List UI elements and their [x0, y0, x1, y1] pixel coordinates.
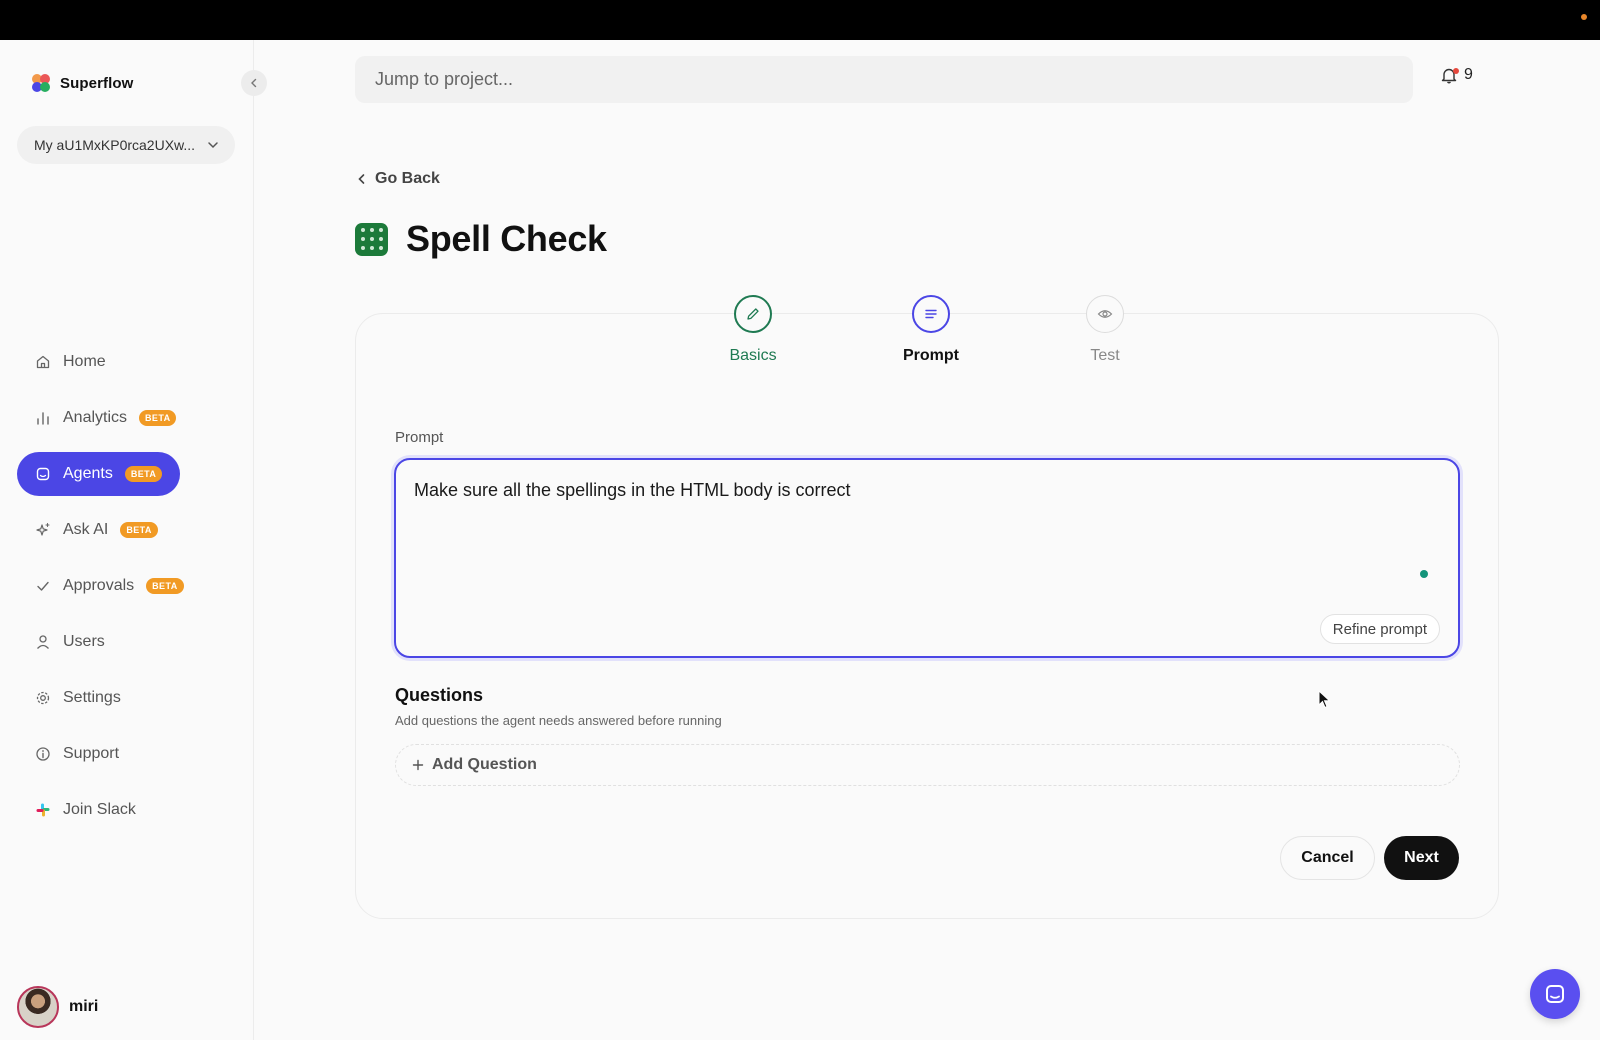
add-question-button[interactable]: Add Question — [395, 744, 1460, 786]
refine-prompt-button[interactable]: Refine prompt — [1319, 614, 1440, 644]
home-icon — [35, 354, 51, 370]
step-prompt-indicator — [912, 295, 950, 333]
sidebar-item-label: Home — [63, 353, 106, 370]
workspace-selector[interactable]: My aU1MxKP0rca2UXw... — [17, 126, 235, 164]
chat-icon — [1546, 985, 1564, 1003]
agent-icon — [35, 466, 51, 482]
sidebar-item-label: Analytics — [63, 409, 128, 426]
brand-name: Superflow — [60, 74, 134, 92]
next-button[interactable]: Next — [1384, 836, 1459, 880]
slack-icon — [35, 802, 51, 818]
step-basics[interactable]: Basics — [693, 295, 813, 365]
sidebar-item-label: Settings — [63, 689, 121, 706]
beta-badge: BETA — [120, 522, 158, 538]
notifications-button[interactable]: 9 — [1440, 66, 1473, 84]
sidebar-item-agents[interactable]: Agents BETA — [17, 452, 181, 496]
lines-icon — [925, 309, 937, 319]
sidebar-item-analytics[interactable]: Analytics BETA — [17, 396, 194, 440]
step-test[interactable]: Test — [1045, 295, 1165, 365]
search-input[interactable] — [375, 69, 1413, 90]
avatar — [17, 986, 59, 1028]
step-basics-indicator — [734, 295, 772, 333]
sidebar-item-approvals[interactable]: Approvals BETA — [17, 564, 202, 608]
sidebar-item-support[interactable]: Support — [17, 732, 137, 776]
questions-title: Questions — [395, 685, 484, 705]
sidebar-item-label: Users — [63, 633, 105, 650]
beta-badge: BETA — [139, 410, 177, 426]
sidebar-item-label: Approvals — [63, 577, 135, 594]
step-test-label: Test — [1090, 347, 1120, 364]
main-nav: Home Analytics BETA Agents BETA Ask AI B… — [17, 340, 237, 844]
sidebar-item-settings[interactable]: Settings — [17, 676, 139, 720]
sparkle-icon — [35, 522, 51, 538]
beta-badge: BETA — [124, 466, 163, 482]
beta-badge: BETA — [146, 578, 184, 594]
sidebar-item-label: Agents — [63, 465, 113, 482]
pencil-icon — [747, 308, 759, 320]
mouse-cursor-icon — [1318, 690, 1331, 709]
user-icon — [35, 634, 51, 650]
chat-support-button[interactable] — [1530, 969, 1580, 1019]
prompt-field-label: Prompt — [395, 429, 444, 446]
check-icon — [35, 578, 51, 594]
brand-logo[interactable]: Superflow — [30, 72, 133, 94]
collapse-sidebar-button[interactable] — [241, 70, 267, 96]
gear-icon — [35, 690, 51, 706]
notification-count: 9 — [1464, 66, 1473, 83]
step-test-indicator — [1086, 295, 1124, 333]
chevron-left-icon — [358, 174, 365, 184]
cancel-button[interactable]: Cancel — [1280, 836, 1375, 880]
superflow-logo-icon — [32, 74, 50, 92]
status-indicator-dot — [1420, 570, 1428, 578]
page-title: Spell Check — [406, 218, 607, 259]
step-prompt[interactable]: Prompt — [871, 295, 991, 365]
sidebar-item-home[interactable]: Home — [17, 340, 124, 384]
sidebar-item-label: Ask AI — [63, 521, 109, 538]
sidebar-item-users[interactable]: Users — [17, 620, 123, 664]
sidebar-item-label: Support — [63, 745, 120, 762]
sidebar: Superflow My aU1MxKP0rca2UXw... Home Ana… — [0, 40, 267, 1040]
workspace-name: My aU1MxKP0rca2UXw... — [34, 137, 196, 153]
plus-icon — [412, 759, 424, 771]
sidebar-item-label: Join Slack — [63, 801, 136, 818]
chevron-left-icon — [251, 78, 257, 88]
eye-icon — [1097, 310, 1113, 318]
user-name: miri — [69, 998, 99, 1015]
prompt-value[interactable]: Make sure all the spellings in the HTML … — [414, 480, 851, 501]
sidebar-item-join-slack[interactable]: Join Slack — [17, 788, 154, 832]
window-top-bar — [0, 0, 1600, 40]
add-question-label: Add Question — [432, 756, 537, 773]
grid-app-icon — [355, 222, 388, 256]
project-search-bar[interactable] — [355, 56, 1413, 103]
chevron-down-icon — [208, 142, 218, 149]
bar-chart-icon — [35, 410, 51, 426]
status-dot — [1581, 14, 1587, 20]
questions-subtitle: Add questions the agent needs answered b… — [395, 713, 722, 728]
step-prompt-label: Prompt — [903, 347, 959, 364]
go-back-link[interactable]: Go Back — [357, 170, 440, 188]
user-profile[interactable]: miri — [17, 986, 98, 1028]
notification-dot — [1453, 68, 1459, 74]
go-back-label: Go Back — [375, 170, 440, 187]
prompt-textarea[interactable]: Make sure all the spellings in the HTML … — [394, 458, 1460, 658]
page-header: Spell Check — [355, 218, 607, 260]
step-basics-label: Basics — [729, 347, 777, 364]
info-icon — [35, 746, 51, 762]
sidebar-item-ask-ai[interactable]: Ask AI BETA — [17, 508, 176, 552]
